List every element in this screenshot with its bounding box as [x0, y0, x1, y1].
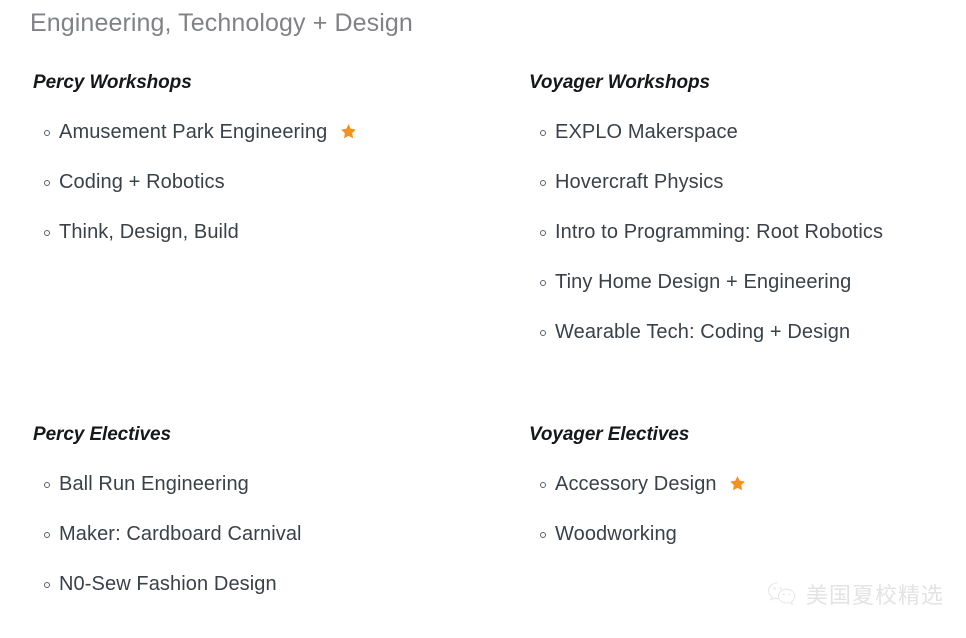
course-label: Wearable Tech: Coding + Design [555, 321, 851, 343]
course-label: Accessory Design [555, 473, 717, 495]
list-item[interactable]: Wearable Tech: Coding + Design [529, 319, 966, 369]
section-heading-percy-electives: Percy Electives [33, 424, 171, 445]
list-item[interactable]: Maker: Cardboard Carnival [33, 521, 503, 571]
course-label: Coding + Robotics [59, 171, 225, 193]
list-item[interactable]: Ball Run Engineering [33, 471, 503, 521]
bullet-circle-icon [540, 482, 546, 488]
list-item[interactable]: Amusement Park Engineering [33, 119, 503, 169]
bullet-circle-icon [540, 280, 546, 286]
course-list-percy-workshops: Amusement Park Engineering Coding + Robo… [33, 119, 503, 269]
wechat-logo-icon [767, 582, 796, 606]
section-percy-electives: Percy Electives Ball Run Engineering Mak… [33, 424, 503, 595]
section-heading-voyager-workshops: Voyager Workshops [529, 72, 710, 93]
bullet-circle-icon [540, 130, 546, 136]
list-item[interactable]: Think, Design, Build [33, 219, 503, 269]
bullet-circle-icon [540, 230, 546, 236]
bullet-circle-icon [44, 130, 50, 136]
course-list-percy-electives: Ball Run Engineering Maker: Cardboard Ca… [33, 471, 503, 621]
list-item[interactable]: N0-Sew Fashion Design [33, 571, 503, 621]
course-label: Hovercraft Physics [555, 171, 724, 193]
list-item[interactable]: Hovercraft Physics [529, 169, 966, 219]
page-title: Engineering, Technology + Design [30, 9, 413, 37]
list-item[interactable]: Intro to Programming: Root Robotics [529, 219, 966, 269]
watermark-text: 美国夏校精选 [805, 584, 944, 609]
course-label: Tiny Home Design + Engineering [555, 271, 852, 293]
list-item[interactable]: Coding + Robotics [33, 169, 503, 219]
course-label: Woodworking [555, 523, 677, 545]
course-label: Think, Design, Build [59, 221, 239, 243]
bullet-circle-icon [44, 180, 50, 186]
section-heading-percy-workshops: Percy Workshops [33, 72, 192, 93]
list-item[interactable]: Tiny Home Design + Engineering [529, 269, 966, 319]
section-voyager-electives: Voyager Electives Accessory Design Woodw… [529, 424, 966, 545]
bullet-circle-icon [44, 230, 50, 236]
course-catalog-page: Engineering, Technology + Design Percy W… [0, 0, 966, 638]
course-label: N0-Sew Fashion Design [59, 573, 277, 595]
course-label: Intro to Programming: Root Robotics [555, 221, 884, 243]
bullet-circle-icon [44, 532, 50, 538]
course-list-voyager-workshops: EXPLO Makerspace Hovercraft Physics Intr… [529, 119, 966, 369]
section-heading-voyager-electives: Voyager Electives [529, 424, 690, 445]
course-label: Maker: Cardboard Carnival [59, 523, 302, 545]
bullet-circle-icon [540, 532, 546, 538]
course-label: Amusement Park Engineering [59, 121, 328, 143]
list-item[interactable]: EXPLO Makerspace [529, 119, 966, 169]
star-icon [341, 124, 356, 139]
star-icon [730, 476, 746, 491]
bullet-circle-icon [540, 330, 546, 336]
bullet-circle-icon [44, 482, 50, 488]
section-percy-workshops: Percy Workshops Amusement Park Engineeri… [33, 72, 503, 243]
bullet-circle-icon [540, 180, 546, 186]
bullet-circle-icon [44, 582, 50, 588]
course-list-voyager-electives: Accessory Design Woodworking [529, 471, 966, 571]
list-item[interactable]: Accessory Design [529, 471, 966, 521]
list-item[interactable]: Woodworking [529, 521, 966, 571]
course-label: EXPLO Makerspace [555, 121, 738, 143]
watermark: 美国夏校精选 [767, 578, 944, 610]
course-label: Ball Run Engineering [59, 473, 249, 495]
section-voyager-workshops: Voyager Workshops EXPLO Makerspace Hover… [529, 72, 966, 343]
